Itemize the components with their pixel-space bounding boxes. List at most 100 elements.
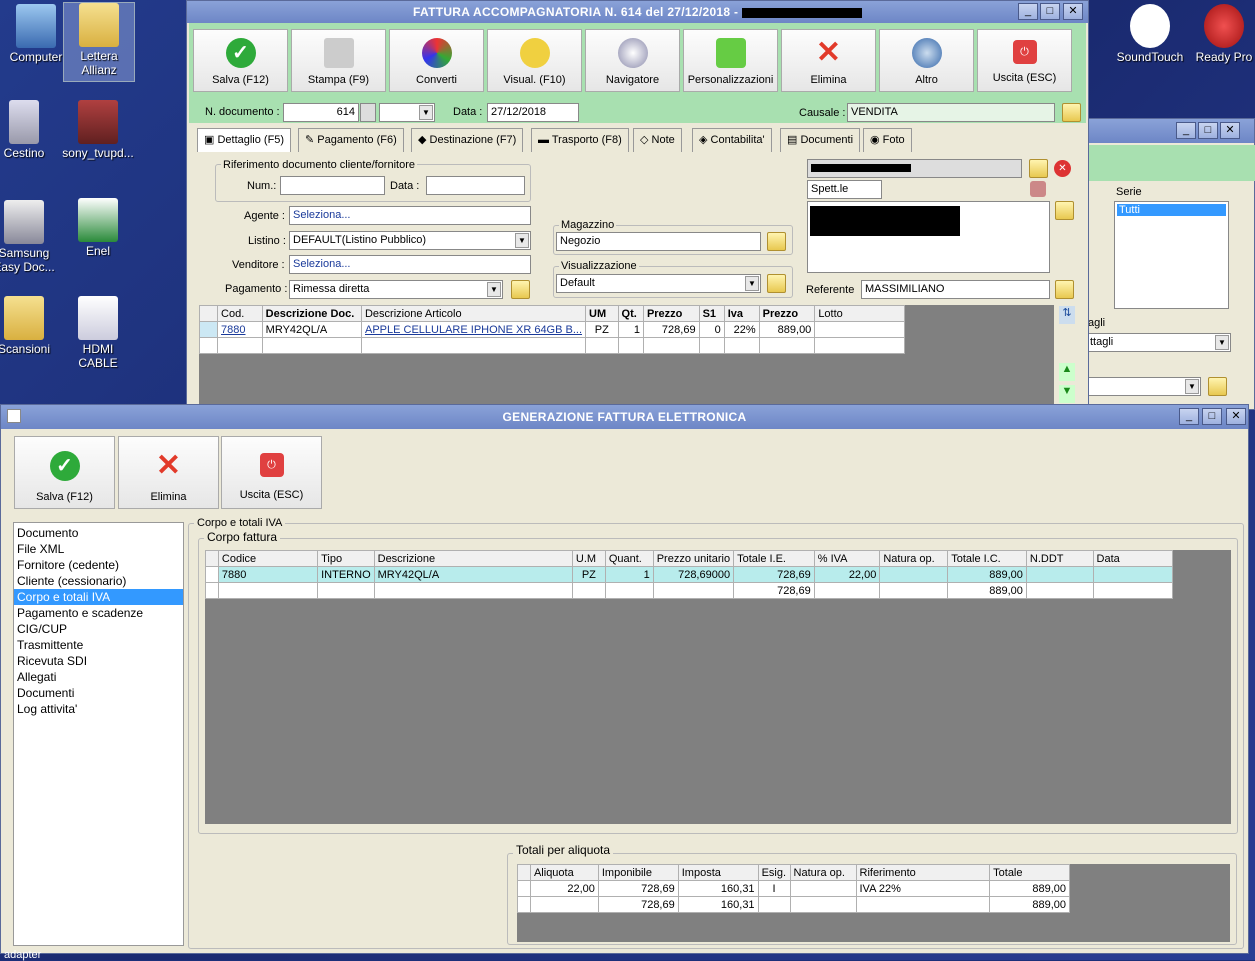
magnifier-icon bbox=[911, 38, 942, 68]
tab-trasporto[interactable]: ▬ Trasporto (F8) bbox=[531, 128, 629, 152]
accounting-icon: ◈ bbox=[699, 134, 711, 146]
nav-item-corpo-totali[interactable]: Corpo e totali IVA bbox=[14, 589, 183, 605]
desktop-icon-ready-pro[interactable]: Ready Pro bbox=[1188, 4, 1255, 64]
invoice-maximize-button[interactable]: □ bbox=[1040, 3, 1060, 20]
invoice-minimize-button[interactable]: _ bbox=[1018, 3, 1038, 20]
invoice-close-button[interactable]: ✕ bbox=[1063, 3, 1083, 20]
nav-item-documento[interactable]: Documento bbox=[14, 525, 183, 541]
data-label: Data : bbox=[453, 106, 483, 118]
nav-item-allegati[interactable]: Allegati bbox=[14, 669, 183, 685]
cliente-input[interactable] bbox=[807, 159, 1022, 178]
desktop-icon-soundtouch[interactable]: SoundTouch bbox=[1112, 4, 1188, 64]
referente-input[interactable]: MASSIMILIANO bbox=[861, 280, 1050, 299]
data2-label: Data : bbox=[390, 180, 420, 192]
table-row[interactable]: 728,69 160,31 889,00 bbox=[517, 896, 1070, 913]
efattura-minimize-button[interactable]: _ bbox=[1179, 408, 1199, 425]
ndoc-series-select[interactable]: ▼ bbox=[379, 103, 435, 122]
efatt-salva-button[interactable]: ✓ Salva (F12) bbox=[14, 436, 115, 509]
nav-item-trasmittente[interactable]: Trasmittente bbox=[14, 637, 183, 653]
num-input[interactable] bbox=[280, 176, 385, 195]
nav-item-pagamento[interactable]: Pagamento e scadenze bbox=[14, 605, 183, 621]
riferimento-label: Riferimento documento cliente/fornitore bbox=[221, 159, 417, 171]
desktop-icon-samsung[interactable]: Samsung Easy Doc... bbox=[0, 200, 60, 274]
cliente-folder-icon[interactable] bbox=[1029, 159, 1048, 178]
agli-select[interactable]: ttagli ▼ bbox=[1086, 333, 1231, 352]
table-row[interactable]: 22,00 728,69 160,31 I IVA 22% 889,00 bbox=[517, 880, 1070, 897]
uscita-button[interactable]: ⏻ Uscita (ESC) bbox=[977, 29, 1072, 92]
elimina-button[interactable]: ✕ Elimina bbox=[781, 29, 876, 92]
arrow-up-icon[interactable]: ▲ bbox=[1059, 363, 1075, 381]
side-maximize-button[interactable]: □ bbox=[1198, 122, 1218, 139]
salva-button[interactable]: ✓ Salva (F12) bbox=[193, 29, 288, 92]
desktop-icon-computer[interactable]: Computer bbox=[0, 4, 72, 64]
visual-button[interactable]: Visual. (F10) bbox=[487, 29, 582, 92]
table-row[interactable]: 728,69 889,00 bbox=[205, 582, 1174, 599]
serie-item-tutti[interactable]: Tutti bbox=[1117, 204, 1226, 216]
altro-button[interactable]: Altro bbox=[879, 29, 974, 92]
efatt-uscita-button[interactable]: ⏻ Uscita (ESC) bbox=[221, 436, 322, 509]
nav-item-file-xml[interactable]: File XML bbox=[14, 541, 183, 557]
ndoc-input[interactable]: 614 bbox=[283, 103, 359, 122]
tab-destinazione[interactable]: ◆ Destinazione (F7) bbox=[411, 128, 524, 152]
ndoc-spinner[interactable] bbox=[360, 103, 376, 122]
visual-folder-icon[interactable] bbox=[767, 274, 786, 293]
data2-input[interactable] bbox=[426, 176, 525, 195]
nav-item-log[interactable]: Log attivita' bbox=[14, 701, 183, 717]
table-row[interactable] bbox=[198, 337, 905, 354]
desktop-icon-sony[interactable]: sony_tvupd... bbox=[62, 100, 134, 160]
desktop-icon-lettera-allianz[interactable]: Lettera Allianz bbox=[63, 2, 135, 82]
nav-item-cig-cup[interactable]: CIG/CUP bbox=[14, 621, 183, 637]
table-row[interactable]: 7880 MRY42QL/A APPLE CELLULARE IPHONE XR 6… bbox=[198, 321, 905, 338]
stampa-button[interactable]: Stampa (F9) bbox=[291, 29, 386, 92]
magazzino-folder-icon[interactable] bbox=[767, 232, 786, 251]
side-close-button[interactable]: ✕ bbox=[1220, 122, 1240, 139]
side-select[interactable]: ▼ bbox=[1086, 377, 1201, 396]
tab-note[interactable]: ◇ Note bbox=[633, 128, 682, 152]
efattura-close-button[interactable]: ✕ bbox=[1226, 408, 1246, 425]
listino-select[interactable]: DEFAULT(Listino Pubblico) ▼ bbox=[289, 231, 531, 250]
tab-dettaglio[interactable]: ▣ Dettaglio (F5) bbox=[197, 128, 292, 152]
pagamento-select[interactable]: Rimessa diretta ▼ bbox=[289, 280, 503, 299]
table-row[interactable]: 7880 INTERNO MRY42QL/A PZ 1 728,69000 728,69 22… bbox=[205, 566, 1174, 583]
clear-icon[interactable]: ✕ bbox=[1054, 160, 1071, 177]
person-icon[interactable] bbox=[1030, 181, 1046, 197]
agente-input[interactable]: Seleziona... bbox=[289, 206, 531, 225]
desktop-icon-enel[interactable]: Enel bbox=[62, 198, 134, 258]
nav-item-ricevuta-sdi[interactable]: Ricevuta SDI bbox=[14, 653, 183, 669]
causale-label: Causale : bbox=[799, 107, 846, 119]
causale-folder-icon[interactable] bbox=[1062, 103, 1081, 122]
tab-documenti[interactable]: ▤ Documenti bbox=[780, 128, 861, 152]
desktop-icon-scansioni[interactable]: Scansioni bbox=[0, 296, 60, 356]
ndoc-label: N. documento : bbox=[205, 106, 280, 118]
visual-select[interactable]: Default ▼ bbox=[556, 274, 761, 293]
efattura-maximize-button[interactable]: □ bbox=[1202, 408, 1222, 425]
sort-icon[interactable]: ⇅ bbox=[1059, 306, 1075, 324]
nav-item-documenti[interactable]: Documenti bbox=[14, 685, 183, 701]
pagamento-folder-icon[interactable] bbox=[511, 280, 530, 299]
indirizzo-folder-icon[interactable] bbox=[1055, 201, 1074, 220]
magazzino-input[interactable]: Negozio bbox=[556, 232, 761, 251]
side-minimize-button[interactable]: _ bbox=[1176, 122, 1196, 139]
converti-button[interactable]: Converti bbox=[389, 29, 484, 92]
navigatore-button[interactable]: Navigatore bbox=[585, 29, 680, 92]
agente-label: Agente : bbox=[244, 210, 285, 222]
nav-item-cliente[interactable]: Cliente (cessionario) bbox=[14, 573, 183, 589]
tab-pagamento[interactable]: ✎ Pagamento (F6) bbox=[298, 128, 404, 152]
arrow-down-icon[interactable]: ▼ bbox=[1059, 385, 1075, 403]
tab-contabilita[interactable]: ◈ Contabilita' bbox=[692, 128, 772, 152]
desktop-icon-hdmi-cable[interactable]: HDMI CABLE bbox=[62, 296, 134, 370]
col-iva: Iva bbox=[723, 305, 760, 322]
nav-item-fornitore[interactable]: Fornitore (cedente) bbox=[14, 557, 183, 573]
causale-input[interactable]: VENDITA bbox=[847, 103, 1055, 122]
desktop-icon-cestino[interactable]: Cestino bbox=[0, 100, 60, 160]
efatt-elimina-button[interactable]: ✕ Elimina bbox=[118, 436, 219, 509]
folder-icon[interactable] bbox=[1208, 377, 1227, 396]
indirizzo-box[interactable] bbox=[807, 201, 1050, 273]
serie-list[interactable]: Tutti bbox=[1114, 201, 1229, 309]
personalizzazioni-button[interactable]: Personalizzazioni bbox=[683, 29, 778, 92]
venditore-input[interactable]: Seleziona... bbox=[289, 255, 531, 274]
spett-input[interactable]: Spett.le bbox=[807, 180, 882, 199]
referente-folder-icon[interactable] bbox=[1055, 280, 1074, 299]
tab-foto[interactable]: ◉ Foto bbox=[863, 128, 912, 152]
data-input[interactable]: 27/12/2018 bbox=[487, 103, 579, 122]
